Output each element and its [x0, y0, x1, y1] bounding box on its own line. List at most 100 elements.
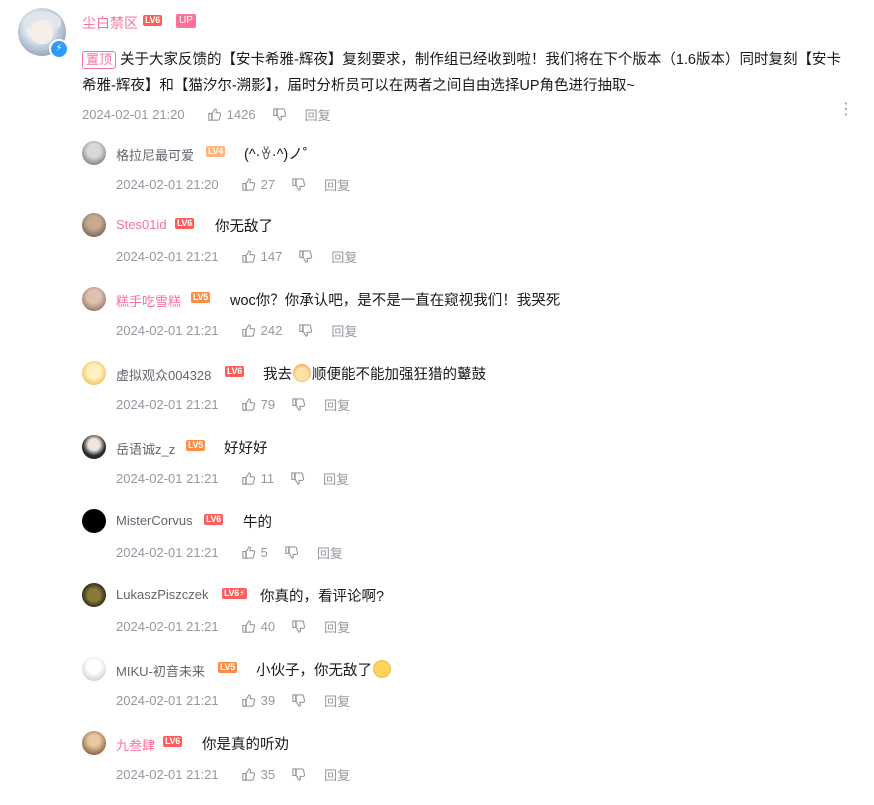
- reply-text: (^·ꈊ·^)ノ˚: [244, 147, 308, 163]
- username[interactable]: 虚拟观众004328: [116, 365, 211, 384]
- username[interactable]: 尘白禁区: [82, 13, 138, 33]
- level-badge: LV6: [204, 514, 223, 525]
- avatar[interactable]: [82, 509, 106, 533]
- level-badge: LV6: [143, 15, 162, 26]
- up-tag: UP: [176, 14, 196, 28]
- username[interactable]: MIKU-初音未来: [116, 661, 205, 680]
- timestamp: 2024-02-01 21:21: [116, 249, 219, 264]
- thumbs-up-icon: [241, 768, 255, 781]
- comment-meta: 2024-02-01 21:20 1426 回复: [82, 105, 331, 124]
- like-button[interactable]: 5: [241, 545, 268, 560]
- more-options-icon[interactable]: ⋮: [838, 102, 854, 118]
- reply-button[interactable]: 回复: [331, 247, 357, 266]
- like-button[interactable]: 40: [241, 619, 275, 634]
- reply-item: MisterCorvus LV6 牛的 2024-02-01 21:21 5 回…: [0, 509, 874, 583]
- reply-button[interactable]: 回复: [323, 469, 349, 488]
- verified-icon: ⚡: [49, 39, 69, 59]
- thumbs-down-icon: [292, 620, 306, 633]
- reply-button[interactable]: 回复: [305, 105, 331, 124]
- dislike-button[interactable]: [291, 693, 306, 708]
- thumbs-down-icon: [272, 108, 286, 121]
- dislike-button[interactable]: [291, 767, 306, 782]
- like-button[interactable]: 39: [241, 693, 275, 708]
- level-badge: LV6⚡: [222, 588, 247, 599]
- reply-meta: 2024-02-01 21:21 242 回复: [116, 321, 357, 340]
- avatar[interactable]: [82, 287, 106, 311]
- reply-button[interactable]: 回复: [324, 617, 350, 636]
- reply-meta: 2024-02-01 21:20 27 回复: [116, 175, 350, 194]
- like-count: 27: [260, 177, 276, 192]
- like-button[interactable]: 147: [241, 249, 283, 264]
- reply-text-start: 我去: [263, 367, 292, 383]
- reply-item: LukaszPiszczek LV6⚡ 你真的，看评论啊? 2024-02-01…: [0, 583, 874, 657]
- reply-meta: 2024-02-01 21:21 35 回复: [116, 765, 350, 784]
- like-count: 79: [260, 397, 276, 412]
- like-count: 147: [260, 249, 283, 264]
- thumbs-down-icon: [292, 694, 306, 707]
- username[interactable]: 糕手吃雪糕: [116, 291, 181, 310]
- dislike-button[interactable]: [291, 177, 306, 192]
- thumbs-up-icon: [207, 108, 221, 121]
- like-button[interactable]: 35: [241, 767, 275, 782]
- reply-item: 虚拟观众004328 LV6 我去 顺便能不能加强狂猎的鼙鼓 2024-02-01…: [0, 361, 874, 435]
- reply-text: 你是真的听劝: [202, 737, 289, 753]
- username[interactable]: 岳语诚z_z: [116, 439, 175, 458]
- avatar[interactable]: [82, 141, 106, 165]
- pinned-badge: 置顶: [82, 51, 117, 69]
- thumbs-up-icon: [241, 250, 255, 263]
- reply-button[interactable]: 回复: [324, 691, 350, 710]
- like-count: 39: [260, 693, 276, 708]
- thumbs-up-icon: [241, 324, 255, 337]
- username[interactable]: MisterCorvus: [116, 513, 193, 528]
- like-button[interactable]: 79: [241, 397, 275, 412]
- reply-button[interactable]: 回复: [324, 765, 350, 784]
- reply-button[interactable]: 回复: [317, 543, 343, 562]
- thumbs-down-icon: [292, 768, 306, 781]
- like-count: 11: [260, 471, 275, 486]
- reply-text: 好好好: [224, 441, 268, 457]
- avatar[interactable]: [82, 583, 106, 607]
- dislike-button[interactable]: [298, 249, 313, 264]
- like-button[interactable]: 27: [241, 177, 275, 192]
- thumbs-down-icon: [292, 398, 306, 411]
- thumbs-down-icon: [299, 324, 313, 337]
- reply-meta: 2024-02-01 21:21 39 回复: [116, 691, 350, 710]
- thumbs-up-icon: [241, 620, 255, 633]
- avatar[interactable]: [82, 213, 106, 237]
- level-badge: LV6: [163, 736, 182, 747]
- thumbs-up-icon: [241, 178, 255, 191]
- reply-button[interactable]: 回复: [331, 321, 357, 340]
- reply-item: 糕手吃雪糕 LV5 woc你？你承认吧，是不是一直在窥视我们！我哭死 2024-…: [0, 287, 874, 361]
- like-count: 1426: [226, 107, 256, 122]
- dislike-button[interactable]: [272, 107, 287, 122]
- username[interactable]: 格拉尼最可爱: [116, 145, 194, 164]
- dislike-button[interactable]: [290, 471, 305, 486]
- dislike-button[interactable]: [291, 397, 306, 412]
- thumbs-up-icon: [241, 398, 255, 411]
- avatar[interactable]: [82, 657, 106, 681]
- like-button[interactable]: 11: [241, 471, 275, 486]
- timestamp: 2024-02-01 21:20: [116, 177, 219, 192]
- dog-emoji-icon: [293, 364, 311, 382]
- reply-button[interactable]: 回复: [324, 395, 350, 414]
- comment-text: 置顶 关于大家反馈的【安卡希雅-辉夜】复刻要求，制作组已经收到啦！我们将在下个版本…: [82, 47, 842, 99]
- avatar[interactable]: [82, 731, 106, 755]
- avatar[interactable]: [82, 361, 106, 385]
- dislike-button[interactable]: [291, 619, 306, 634]
- thumbs-up-icon: [241, 472, 255, 485]
- username[interactable]: Stes01id: [116, 217, 167, 232]
- like-button[interactable]: 242: [241, 323, 282, 338]
- username[interactable]: 九叁肆: [116, 735, 155, 754]
- level-badge: LV5: [218, 662, 237, 673]
- username[interactable]: LukaszPiszczek: [116, 587, 208, 602]
- thumbs-down-icon: [292, 178, 306, 191]
- timestamp: 2024-02-01 21:20: [82, 107, 185, 122]
- level-badge: LV6: [225, 366, 244, 377]
- dislike-button[interactable]: [298, 323, 313, 338]
- reply-button[interactable]: 回复: [324, 175, 350, 194]
- timestamp: 2024-02-01 21:21: [116, 767, 219, 782]
- like-button[interactable]: 1426: [207, 107, 256, 122]
- thumbs-down-icon: [285, 546, 298, 559]
- avatar[interactable]: [82, 435, 106, 459]
- dislike-button[interactable]: [284, 545, 299, 560]
